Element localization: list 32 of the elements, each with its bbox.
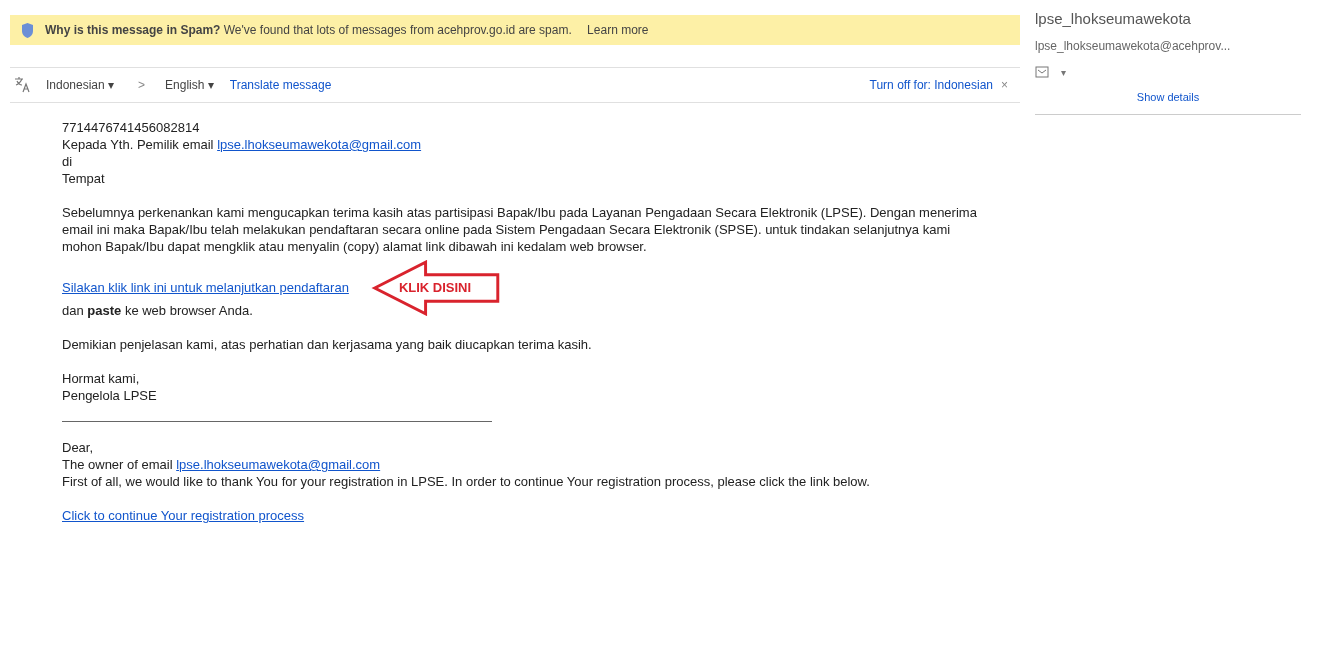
mail-icon[interactable] — [1035, 66, 1049, 78]
owner-text: The owner of email lpse.lhokseumawekota@gmail.com — [62, 456, 382, 473]
body-paragraph: Sebelumnya perkenankan kami mengucapkan terima kasih atas partisipasi Bapak/Ibu pada Layanan Pengadaan Secara Elektronik (LPSE). Dengan menerima email ini maka Bapak/Ibu telah melakukan pendaftaran secara online pada Sistem Pengadaan Secara Elektronik (SPSE). untuk tindakan selanjutnya kami mohon Bapak/Ibu dapat mengklik atau menyalin (copy) alamat link dibawah ini kedalam web browser. — [62, 204, 978, 255]
translate-icon — [14, 76, 30, 94]
arrow-separator: > — [138, 77, 146, 94]
closing-text: Demikian penjelasan kami, atas perhatian dan kerjasama yang baik diucapkan terima kasih. — [62, 336, 593, 353]
sender-email: lpse_lhokseumawekota@acehprov... — [1035, 37, 1232, 55]
turn-off-translation-link[interactable]: Turn off for: Indonesian — [869, 76, 993, 94]
body-text: di — [62, 153, 74, 170]
dear-text: Dear, — [62, 439, 95, 456]
registration-link[interactable]: Silakan klik link ini untuk melanjutkan pendaftaran — [62, 279, 349, 296]
greeting-text: Kepada Yth. Pemilik email lpse.lhokseumawekota@gmail.com — [62, 136, 423, 153]
shield-icon — [22, 22, 33, 38]
code-text: 7714476741456082814 — [62, 119, 201, 136]
close-button[interactable]: × — [1001, 76, 1008, 94]
spam-notice: Why is this message in Spam? We've found that lots of messages from acehprov.go.id are spam. Learn more — [45, 22, 649, 39]
show-details-link[interactable]: Show details — [1136, 88, 1200, 105]
more-options-button[interactable]: ▾ — [1061, 64, 1066, 80]
email-link[interactable]: lpse.lhokseumawekota@gmail.com — [217, 137, 422, 152]
source-language-dropdown[interactable]: Indonesian ▾ — [46, 76, 115, 94]
body-text: Tempat — [62, 170, 106, 187]
body-paragraph: First of all, we would like to thank You for your registration in LPSE. In order to continue Your registration process, please click the link below. — [62, 473, 871, 490]
target-language-dropdown[interactable]: English ▾ — [165, 76, 214, 94]
sender-name: lpse_lhokseumawekota — [1035, 9, 1192, 29]
learn-more-link[interactable]: Learn more — [587, 23, 649, 37]
paste-instruction: dan paste ke web browser Anda. — [62, 302, 254, 319]
signature-text: Hormat kami, — [62, 370, 141, 387]
translate-message-link[interactable]: Translate message — [229, 76, 332, 94]
signature-text: Pengelola LPSE — [62, 387, 158, 404]
arrow-label: KLIK DISINI — [398, 279, 472, 296]
email-link[interactable]: lpse.lhokseumawekota@gmail.com — [176, 457, 381, 472]
registration-link[interactable]: Click to continue Your registration process — [62, 507, 305, 524]
